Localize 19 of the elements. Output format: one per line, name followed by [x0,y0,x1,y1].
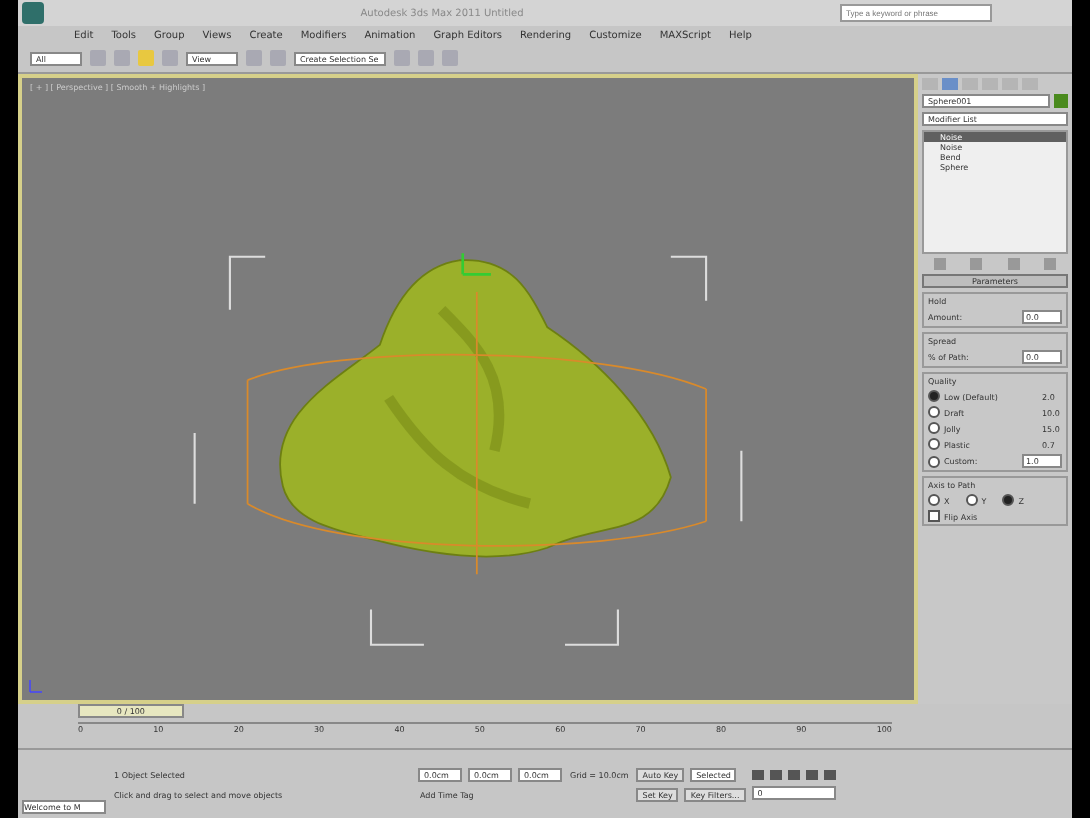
stack-tool-icon[interactable] [970,258,983,270]
object-color-swatch[interactable] [1054,94,1068,108]
stack-tool-icon[interactable] [1007,258,1020,270]
radio-button[interactable] [928,422,940,434]
radio-button[interactable] [928,390,940,402]
axis-tripod-icon [26,676,46,696]
move-icon[interactable] [138,50,154,66]
radio-button[interactable] [928,455,940,467]
stack-tool-icon[interactable] [934,258,947,270]
command-panel-tab[interactable] [942,78,958,90]
stack-tool-icon[interactable] [1043,258,1056,270]
radio-button[interactable] [928,406,940,418]
toolbar-icon[interactable] [162,50,178,66]
radio-button[interactable] [928,494,940,506]
radio-button[interactable] [965,494,978,506]
app-logo-icon[interactable] [22,2,44,24]
radio-button[interactable] [928,438,940,450]
checkbox[interactable] [928,510,940,522]
radio-button[interactable] [1002,494,1015,506]
